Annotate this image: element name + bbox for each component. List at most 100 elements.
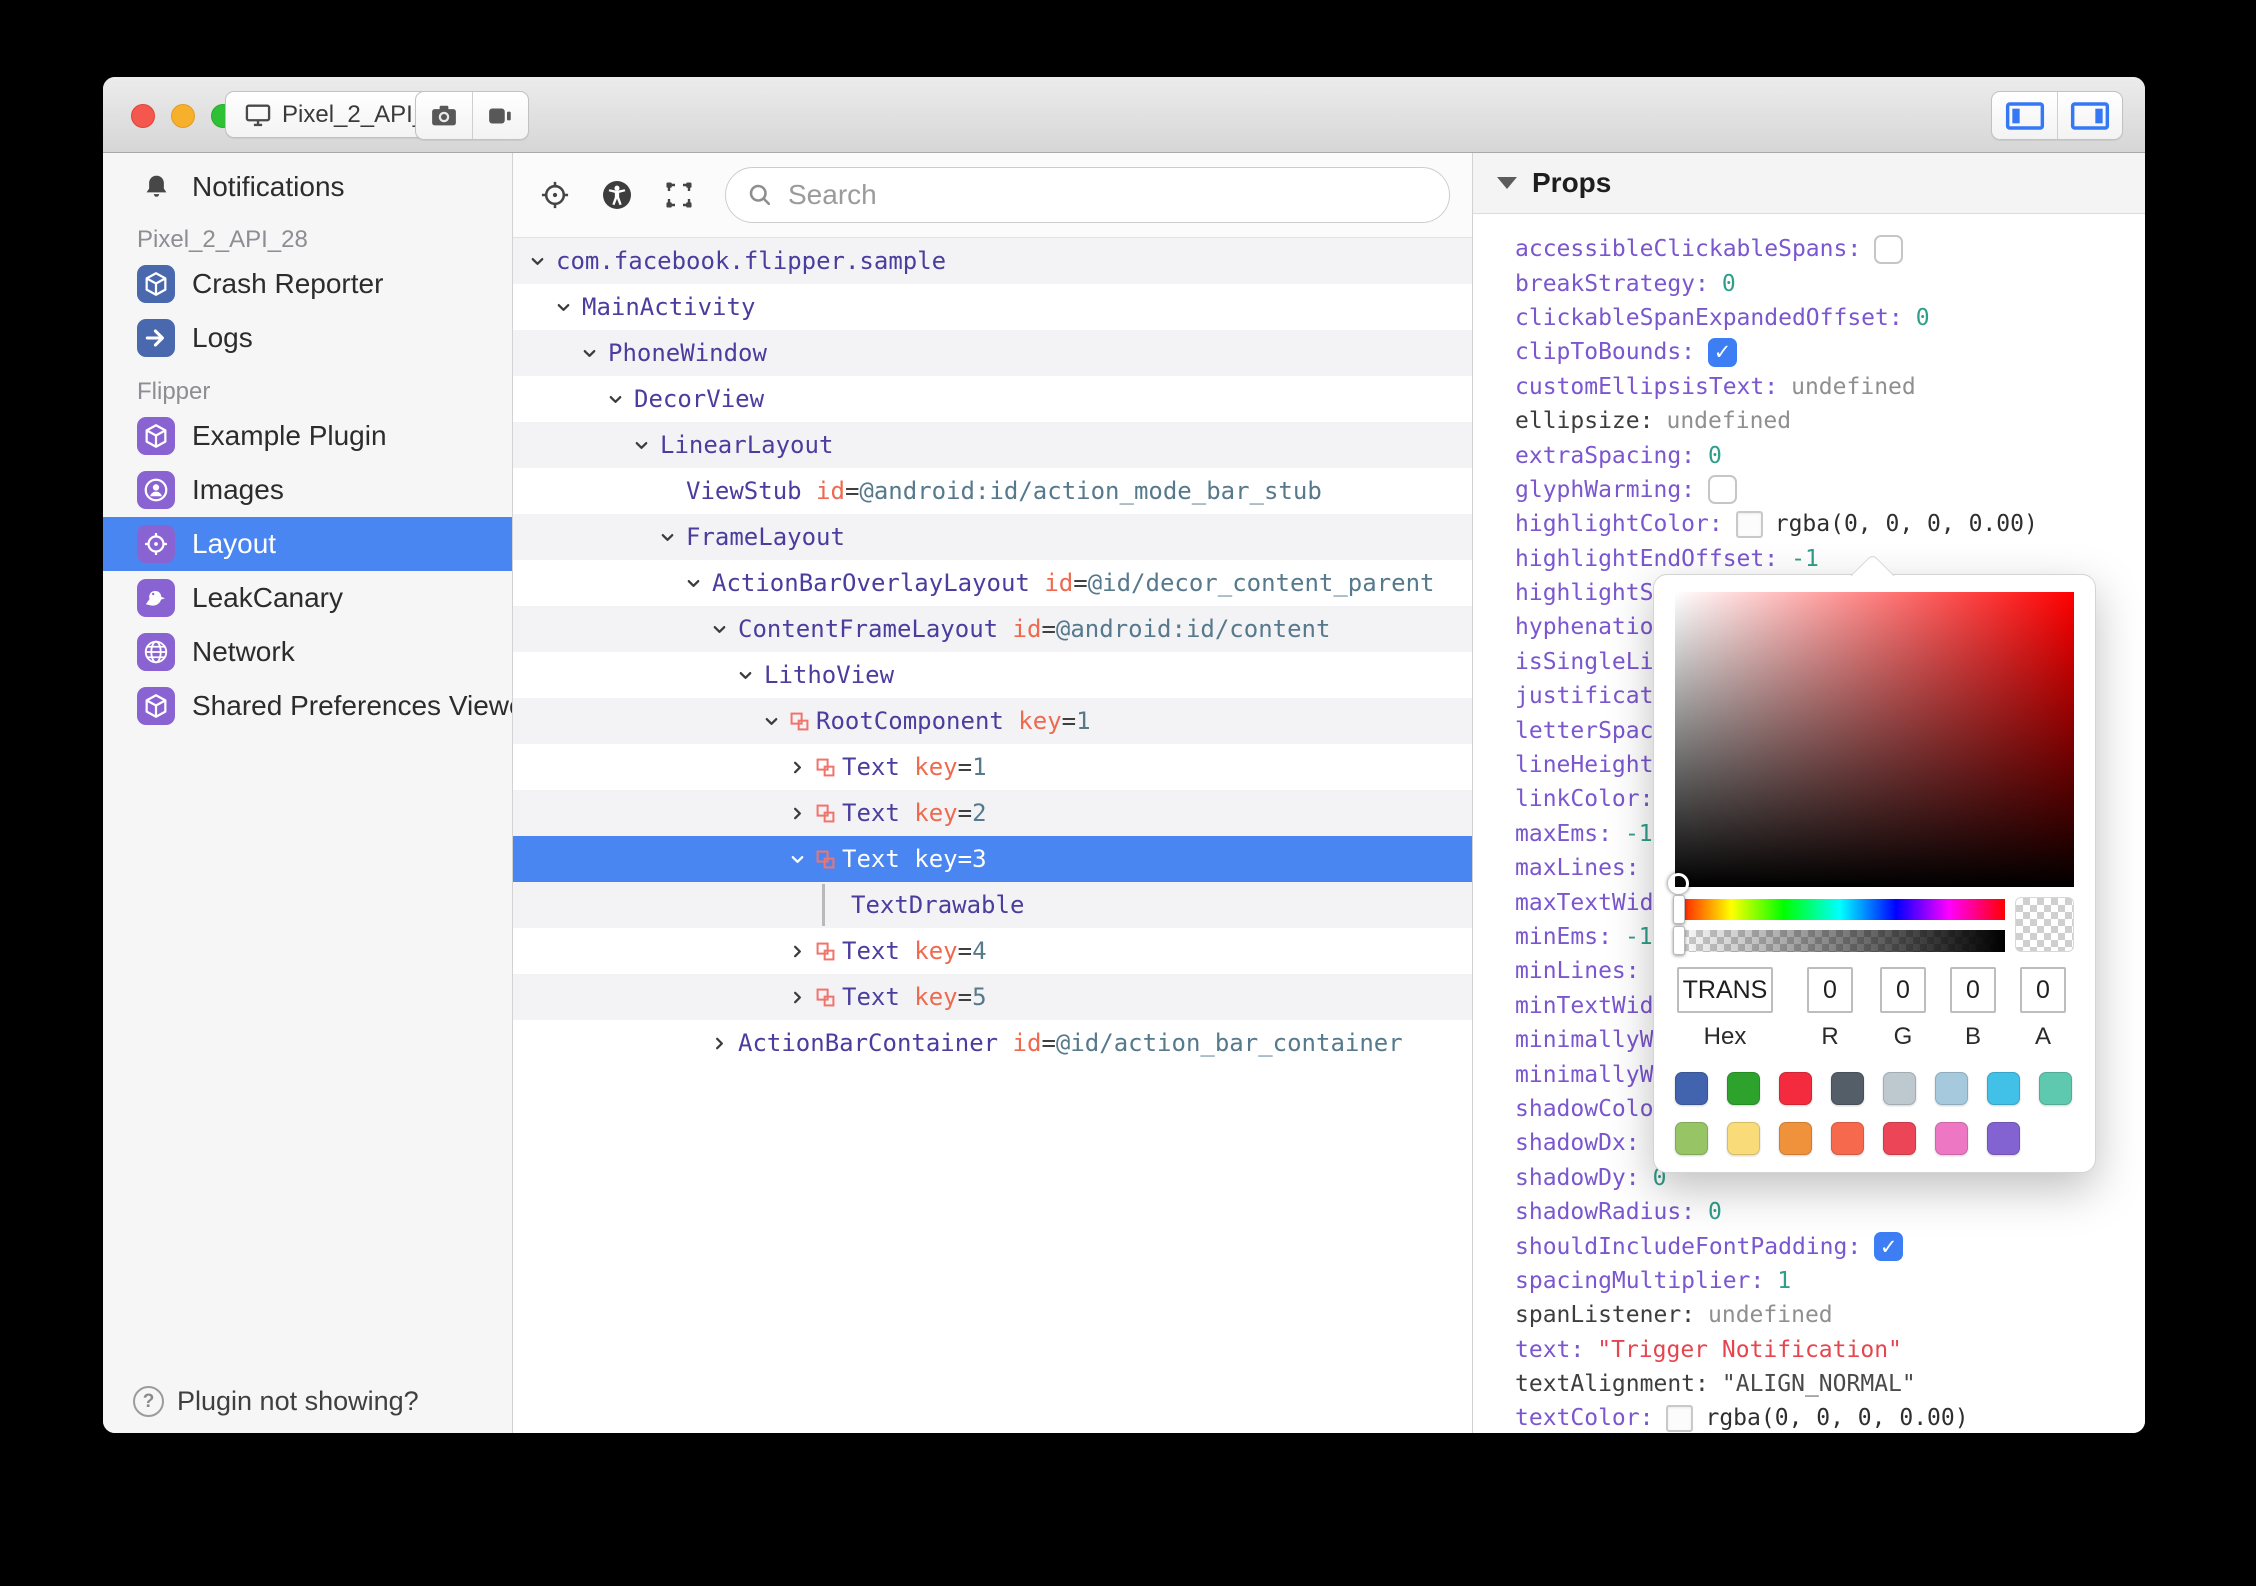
titlebar[interactable]: Pixel_2_API_28 (103, 77, 2145, 153)
tree-row[interactable]: PhoneWindow (513, 330, 1472, 376)
chevron-down-icon[interactable] (763, 713, 790, 730)
screen-record-button[interactable] (472, 92, 528, 139)
chevron-right-icon[interactable] (789, 989, 816, 1006)
prop-row[interactable]: highlightEndOffset: -1 (1473, 542, 2145, 576)
hue-handle[interactable] (1673, 895, 1685, 924)
color-swatch[interactable] (1831, 1072, 1864, 1105)
color-value-swatch[interactable] (1666, 1404, 1694, 1432)
tree-row[interactable]: RootComponent key = 1 (513, 698, 1472, 744)
screenshot-button[interactable] (416, 92, 472, 139)
tree-row[interactable]: LithoView (513, 652, 1472, 698)
color-swatch[interactable] (1675, 1122, 1708, 1155)
alpha-slider[interactable] (1673, 926, 2005, 955)
alpha-handle[interactable] (1673, 926, 1685, 955)
tree-row[interactable]: LinearLayout (513, 422, 1472, 468)
close-button[interactable] (131, 104, 155, 128)
tree-row[interactable]: MainActivity (513, 284, 1472, 330)
prop-row[interactable]: clipToBounds: ✓ (1473, 335, 2145, 369)
tree-row[interactable]: Text key = 2 (513, 790, 1472, 836)
accessibility-icon[interactable] (601, 179, 633, 211)
color-swatch[interactable] (1883, 1072, 1916, 1105)
red-input[interactable] (1807, 967, 1853, 1013)
prop-checkbox[interactable]: ✓ (1708, 337, 1738, 367)
color-value-swatch[interactable] (1735, 510, 1763, 538)
tree-row[interactable]: Text key = 4 (513, 928, 1472, 974)
sidebar-item-images[interactable]: Images (103, 463, 512, 517)
sidebar-item-network[interactable]: Network (103, 625, 512, 679)
tree-row[interactable]: com.facebook.flipper.sample (513, 238, 1472, 284)
prop-row[interactable]: highlightColor: rgba(0, 0, 0, 0.00) (1473, 507, 2145, 541)
hex-input[interactable] (1677, 967, 1773, 1013)
prop-row[interactable]: spanListener: undefined (1473, 1298, 2145, 1332)
prop-row[interactable]: accessibleClickableSpans: (1473, 232, 2145, 266)
tree-row[interactable]: DecorView (513, 376, 1472, 422)
chevron-right-icon[interactable] (789, 943, 816, 960)
target-mode-icon[interactable] (539, 179, 571, 211)
sidebar-item-shared-preferences-viewe[interactable]: Shared Preferences Viewe (103, 679, 512, 733)
sidebar-item-crash-reporter[interactable]: Crash Reporter (103, 257, 512, 311)
toggle-right-sidebar-button[interactable] (2057, 92, 2122, 139)
expand-selection-icon[interactable] (663, 179, 695, 211)
hue-slider[interactable] (1673, 895, 2005, 924)
search-box[interactable] (725, 167, 1450, 223)
sidebar-item-logs[interactable]: Logs (103, 311, 512, 365)
chevron-down-icon[interactable] (685, 575, 712, 592)
prop-row[interactable]: text: "Trigger Notification" (1473, 1333, 2145, 1367)
prop-row[interactable]: textAlignment: "ALIGN_NORMAL" (1473, 1367, 2145, 1401)
color-swatch[interactable] (1727, 1072, 1760, 1105)
green-input[interactable] (1880, 967, 1926, 1013)
prop-row[interactable]: shouldIncludeFontPadding: ✓ (1473, 1229, 2145, 1263)
tree-row[interactable]: TextDrawable (513, 882, 1472, 928)
sidebar-item-example-plugin[interactable]: Example Plugin (103, 409, 512, 463)
tree-row[interactable]: Text key = 1 (513, 744, 1472, 790)
blue-input[interactable] (1950, 967, 1996, 1013)
prop-checkbox[interactable] (1708, 475, 1738, 505)
prop-row[interactable]: spacingMultiplier: 1 (1473, 1264, 2145, 1298)
chevron-right-icon[interactable] (789, 805, 816, 822)
prop-row[interactable]: breakStrategy: 0 (1473, 266, 2145, 300)
sidebar-item-notifications[interactable]: Notifications (103, 161, 512, 213)
color-swatch[interactable] (1935, 1122, 1968, 1155)
sidebar-item-layout[interactable]: Layout (103, 517, 512, 571)
color-swatch[interactable] (1675, 1072, 1708, 1105)
color-swatch[interactable] (1831, 1122, 1864, 1155)
chevron-down-icon[interactable] (607, 391, 634, 408)
color-swatch[interactable] (1987, 1072, 2020, 1105)
chevron-down-icon[interactable] (737, 667, 764, 684)
prop-row[interactable]: clickableSpanExpandedOffset: 0 (1473, 301, 2145, 335)
prop-row[interactable]: glyphWarming: (1473, 473, 2145, 507)
plugin-not-showing-link[interactable]: ? Plugin not showing? (133, 1386, 419, 1417)
tree-row[interactable]: ContentFrameLayout id = @android:id/conten… (513, 606, 1472, 652)
chevron-down-icon[interactable] (659, 529, 686, 546)
alpha-input[interactable] (2020, 967, 2066, 1013)
tree-row[interactable]: ActionBarContainer id = @id/action_bar_con… (513, 1020, 1472, 1066)
prop-checkbox[interactable] (1874, 234, 1904, 264)
prop-row[interactable]: shadowRadius: 0 (1473, 1195, 2145, 1229)
color-swatch[interactable] (1779, 1072, 1812, 1105)
minimize-button[interactable] (171, 104, 195, 128)
props-header[interactable]: Props (1473, 153, 2145, 214)
chevron-down-icon[interactable] (555, 299, 582, 316)
tree-row[interactable]: FrameLayout (513, 514, 1472, 560)
prop-row[interactable]: textColor: rgba(0, 0, 0, 0.00) (1473, 1401, 2145, 1433)
color-swatch[interactable] (1935, 1072, 1968, 1105)
color-swatch[interactable] (1987, 1122, 2020, 1155)
color-swatch[interactable] (2039, 1072, 2072, 1105)
tree-row[interactable]: ViewStub id = @android:id/action_mode_bar_… (513, 468, 1472, 514)
search-input[interactable] (786, 178, 1429, 212)
prop-row[interactable]: extraSpacing: 0 (1473, 438, 2145, 472)
chevron-right-icon[interactable] (711, 1035, 738, 1052)
color-swatch[interactable] (1779, 1122, 1812, 1155)
color-swatch[interactable] (1883, 1122, 1916, 1155)
tree-row[interactable]: Text key = 5 (513, 974, 1472, 1020)
chevron-down-icon[interactable] (789, 851, 816, 868)
toggle-left-sidebar-button[interactable] (1992, 92, 2057, 139)
prop-checkbox[interactable]: ✓ (1874, 1232, 1904, 1262)
saturation-handle[interactable] (1668, 873, 1689, 894)
tree-row[interactable]: ActionBarOverlayLayout id = @id/decor_cont… (513, 560, 1472, 606)
color-swatch[interactable] (1727, 1122, 1760, 1155)
chevron-down-icon[interactable] (633, 437, 660, 454)
saturation-area[interactable] (1668, 592, 2074, 894)
prop-row[interactable]: customEllipsisText: undefined (1473, 370, 2145, 404)
prop-row[interactable]: ellipsize: undefined (1473, 404, 2145, 438)
